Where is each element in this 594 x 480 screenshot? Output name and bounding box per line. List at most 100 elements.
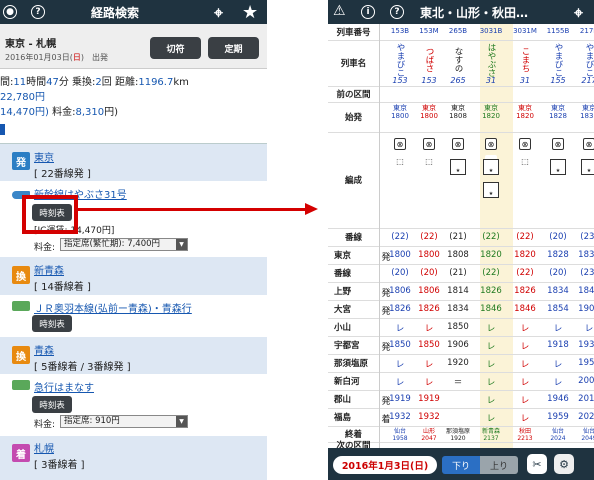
left-screen: ● ? 経路検索 ⌖ ★ 東京 - 札幌 2016年01月03日(日) 出発 切… [0, 0, 267, 480]
terminal-station: 仙台 2049 [581, 428, 594, 442]
summary-line-3: 14,470円) 料金:8,310円) [0, 107, 119, 118]
row-label: 郡山 [328, 390, 380, 408]
route-date: 2016年01月03日(日) 出発 [5, 53, 108, 62]
warning-icon[interactable]: ⚠ [333, 3, 346, 19]
settings-icon[interactable]: ⚙ [554, 454, 574, 474]
station-name[interactable]: 札幌 [34, 440, 54, 455]
transfer-icon: 換 [12, 266, 30, 284]
train-name: はやぶさ [486, 43, 496, 77]
no-smoking-icon: ⊗ [394, 138, 406, 150]
timetable-button[interactable]: 時刻表 [32, 396, 72, 413]
timetable-cell: 1919 [418, 394, 440, 404]
timetable-cell: 1951 [578, 358, 594, 368]
timetable-cell: 1902 [578, 304, 594, 314]
timetable-cell: 2002 [578, 376, 594, 386]
timetable-cell: (23) [580, 232, 594, 242]
car-icon: ⬚ [423, 155, 435, 167]
crosshair-icon[interactable]: ⌖ [214, 3, 223, 23]
no-smoking-icon: ⊗ [552, 138, 564, 150]
arrive-icon: 着 [12, 444, 30, 462]
car-icon: ⬚ [519, 155, 531, 167]
origin-station: 東京 1836 [580, 104, 594, 120]
segment-station: 換 青森 [ 5番線着 / 3番線発 ] [0, 337, 267, 374]
arrow-line [78, 208, 307, 211]
down-tab[interactable]: 下り [442, 456, 480, 474]
no-smoking-icon: ⊗ [423, 138, 435, 150]
cut-label [0, 124, 5, 135]
train-number: 217B [579, 27, 594, 35]
segment-train: ＪＲ奥羽本線(弘前ー青森)・青森行 時刻表 [0, 295, 267, 337]
platform-info: [ 22番線発 ] [34, 169, 91, 180]
gran-class-icon: ★ [483, 159, 499, 175]
route-summary: 間:11時間47分 乗換:2回 距離:1196.7km 22,780円 14,4… [0, 75, 189, 120]
fare-select[interactable]: 指定席: 910円 ▼ [60, 415, 188, 428]
info-icon[interactable]: i [361, 5, 375, 19]
highlight-box [22, 195, 78, 234]
train-no: 217 [581, 76, 594, 85]
chat-icon[interactable]: ● [3, 5, 17, 19]
timetable-cell: 1932 [418, 412, 440, 422]
segment-station: 発 東京 [ 22番線発 ] [0, 143, 267, 181]
timetable-cell: 2014 [578, 394, 594, 404]
page-title: 経路検索 [91, 6, 140, 20]
star-icon[interactable]: ★ [242, 2, 258, 23]
tools-icon[interactable]: ✂ [527, 454, 547, 474]
route-header: 東京 - 札幌 2016年01月03日(日) 出発 切符 定期 [0, 24, 267, 69]
timetable-cell: 1842 [578, 286, 594, 296]
train-name: やまびこ [395, 43, 405, 77]
row-label: 編成 [328, 132, 380, 228]
fare-select[interactable]: 指定席(繁忙期): 7,400円 ▼ [60, 238, 188, 251]
row-label: 福島 [328, 408, 380, 426]
gran-class-icon: ★ [581, 159, 594, 175]
row-label: 列車番号 [328, 24, 380, 40]
row-label: 列車名 [328, 40, 380, 86]
train-name[interactable]: ＪＲ奥羽本線(弘前ー青森)・青森行 [34, 300, 192, 315]
row-label: 新白河 [328, 372, 380, 390]
row-label: 東京 [328, 246, 380, 264]
train-name: こまち [520, 47, 530, 73]
row-label: 那須塩原 [328, 354, 380, 372]
help-icon[interactable]: ? [31, 5, 45, 19]
row-label: 番線 [328, 228, 380, 246]
timetable-cell: 2027 [578, 412, 594, 422]
timetable-title: 東北・山形・秋田… [420, 6, 529, 20]
platform-info: [ 5番線着 / 3番線発 ] [34, 362, 131, 373]
transfer-icon: 換 [12, 346, 30, 364]
row-label: 番線 [328, 264, 380, 282]
row-label: 大宮 [328, 300, 380, 318]
row-label: 前の区間 [328, 86, 380, 102]
teiki-button[interactable]: 定期 [208, 37, 259, 59]
no-smoking-icon: ⊗ [519, 138, 531, 150]
train-name: やまびこ [584, 43, 594, 77]
train-name: やまびこ [553, 43, 563, 77]
gran-class-icon: ★ [450, 159, 466, 175]
route-title: 東京 - 札幌 [5, 39, 57, 50]
row-label: 始発 [328, 102, 380, 132]
timetable-cell: (23) [580, 268, 594, 278]
depart-icon: 発 [12, 152, 30, 170]
kippu-button[interactable]: 切符 [150, 37, 201, 59]
no-smoking-icon: ⊗ [583, 138, 594, 150]
chevron-down-icon: ▼ [176, 239, 187, 250]
station-name[interactable]: 青森 [34, 342, 54, 357]
train-name[interactable]: 急行はまなす [34, 379, 94, 394]
fare-label: 料金: [34, 420, 56, 430]
gran-class-icon: ★ [550, 159, 566, 175]
help-icon[interactable]: ? [390, 5, 404, 19]
station-name[interactable]: 東京 [34, 149, 54, 164]
train-icon [12, 380, 30, 390]
arrow-head [305, 203, 318, 215]
date-button[interactable]: 2016年1月3日(日) [333, 456, 437, 474]
crosshair-icon[interactable]: ⌖ [574, 3, 583, 23]
gran-class-icon: ★ [483, 182, 499, 198]
summary-line-1: 間:11時間47分 乗換:2回 距離:1196.7km [0, 77, 189, 88]
no-smoking-icon: ⊗ [485, 138, 497, 150]
segment-station: 着 札幌 [ 3番線着 ] [0, 436, 267, 480]
up-tab[interactable]: 上り [480, 456, 518, 474]
fare-label: 料金: [34, 243, 56, 253]
car-icon: ⬚ [394, 155, 406, 167]
timetable-button[interactable]: 時刻表 [32, 315, 72, 332]
platform-info: [ 3番線着 ] [34, 460, 85, 471]
timetable-cell: レ [584, 324, 594, 334]
station-name[interactable]: 新青森 [34, 262, 64, 277]
